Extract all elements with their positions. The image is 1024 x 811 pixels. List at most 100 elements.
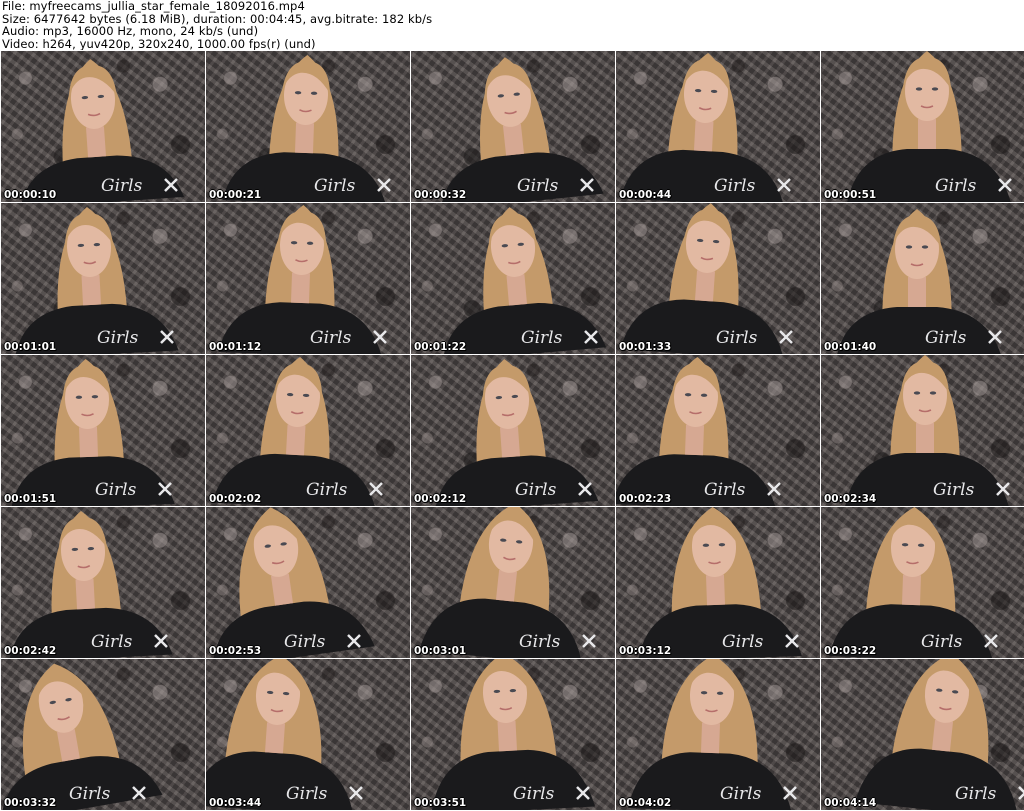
person-frame: Girls xyxy=(212,357,383,506)
thumbnail-timestamp: 00:00:21 xyxy=(209,189,262,201)
shirt-print-text: Girls xyxy=(101,176,143,196)
video-thumbnail: Girls 00:02:34 xyxy=(821,354,1024,506)
eye-shape xyxy=(921,245,929,249)
shirt-x-mark xyxy=(783,786,797,800)
neck-shape xyxy=(294,122,315,154)
person-frame: Girls xyxy=(442,207,607,354)
file-info-header: File: myfreecams_jullia_star_female_1809… xyxy=(2,0,1022,50)
thumbnail-timestamp: 00:03:22 xyxy=(824,645,877,657)
person-frame: Girls xyxy=(1,663,163,810)
shirt-print-text: Girls xyxy=(722,632,764,652)
person-frame: Girls xyxy=(206,659,363,810)
thumbnail-timestamp: 00:03:51 xyxy=(414,797,467,809)
shirt-print-text: Girls xyxy=(95,480,137,500)
eye-shape xyxy=(915,87,923,91)
person-frame: Girls xyxy=(620,53,791,202)
person-frame: Girls xyxy=(845,355,1010,506)
neck-shape xyxy=(700,722,721,754)
shirt-print-text: Girls xyxy=(284,632,326,652)
shirt-x-mark xyxy=(377,178,391,192)
neck-shape xyxy=(506,274,528,306)
neck-shape xyxy=(285,424,306,456)
thumbnail-timestamp: 00:04:02 xyxy=(619,797,672,809)
shirt-print-text: Girls xyxy=(517,176,559,196)
thumbnail-timestamp: 00:01:33 xyxy=(619,341,672,353)
thumbnail-timestamp: 00:04:14 xyxy=(824,797,877,809)
neck-shape xyxy=(290,272,311,304)
thumbnail-timestamp: 00:00:32 xyxy=(414,189,467,201)
video-thumbnail: Girls 00:02:53 xyxy=(206,506,410,658)
video-thumbnail: Girls 00:03:51 xyxy=(411,658,615,810)
thumbnail-timestamp: 00:02:34 xyxy=(824,493,877,505)
shirt-print-text: Girls xyxy=(519,632,561,652)
eye-shape xyxy=(913,391,921,395)
shirt-print-text: Girls xyxy=(955,784,997,804)
neck-shape xyxy=(81,274,102,306)
neck-shape xyxy=(916,423,934,453)
shirt-print-text: Girls xyxy=(720,784,762,804)
person-frame: Girls xyxy=(628,659,797,810)
video-thumbnail: Girls 00:01:22 xyxy=(411,202,615,354)
thumbnail-timestamp: 00:03:32 xyxy=(4,797,57,809)
neck-shape xyxy=(705,574,726,606)
person-frame: Girls xyxy=(222,55,391,202)
thumbnail-timestamp: 00:02:53 xyxy=(209,645,262,657)
shirt-x-mark xyxy=(1018,786,1024,800)
shirt-print-text: Girls xyxy=(91,632,133,652)
shirt-print-text: Girls xyxy=(925,328,967,348)
thumbnail-timestamp: 00:03:01 xyxy=(414,645,467,657)
thumbnail-timestamp: 00:01:12 xyxy=(209,341,262,353)
thumbnail-timestamp: 00:03:12 xyxy=(619,645,672,657)
person-frame: Girls xyxy=(637,507,802,658)
eye-shape xyxy=(905,245,913,249)
person-frame: Girls xyxy=(616,357,781,506)
shirt-print-text: Girls xyxy=(97,328,139,348)
shirt-x-mark xyxy=(582,634,596,648)
shirt-print-text: Girls xyxy=(310,328,352,348)
shirt-print-text: Girls xyxy=(515,480,557,500)
shirt-x-mark xyxy=(369,482,383,496)
person-frame: Girls xyxy=(855,659,1024,810)
neck-shape xyxy=(694,270,716,302)
video-thumbnail: Girls 00:01:01 xyxy=(1,202,205,354)
thumbnail-timestamp: 00:00:51 xyxy=(824,189,877,201)
video-thumbnail: Girls 00:02:12 xyxy=(411,354,615,506)
neck-shape xyxy=(901,574,922,606)
shirt-print-text: Girls xyxy=(935,176,977,196)
thumbnail-timestamp: 00:02:42 xyxy=(4,645,57,657)
shirt-x-mark xyxy=(373,330,387,344)
shirt-x-mark xyxy=(349,786,363,800)
video-thumbnail: Girls 00:00:44 xyxy=(616,50,820,202)
person-frame: Girls xyxy=(419,507,596,658)
neck-shape xyxy=(85,126,107,158)
video-thumbnail: Girls 00:03:44 xyxy=(206,658,410,810)
shirt-x-mark xyxy=(779,330,793,344)
video-thumbnail: Girls 00:00:21 xyxy=(206,50,410,202)
eye-shape xyxy=(929,391,937,395)
thumbnail-timestamp: 00:00:44 xyxy=(619,189,672,201)
shirt-print-text: Girls xyxy=(704,480,746,500)
neck-shape xyxy=(78,426,99,458)
shirt-x-mark xyxy=(767,482,781,496)
thumbnail-timestamp: 00:03:44 xyxy=(209,797,262,809)
neck-shape xyxy=(75,578,96,610)
video-thumbnail: Girls 00:01:33 xyxy=(616,202,820,354)
shirt-x-mark xyxy=(777,178,791,192)
person-frame: Girls xyxy=(440,57,604,202)
video-thumbnail: Girls 00:02:02 xyxy=(206,354,410,506)
video-thumbnail: Girls 00:03:01 xyxy=(411,506,615,658)
shirt-shape xyxy=(855,748,1019,810)
neck-shape xyxy=(495,569,518,602)
video-thumbnail: Girls 00:03:22 xyxy=(821,506,1024,658)
neck-shape xyxy=(264,722,286,754)
shirt-print-text: Girls xyxy=(314,176,356,196)
video-thumbnail: Girls 00:01:51 xyxy=(1,354,205,506)
video-thumbnail: Girls 00:00:51 xyxy=(821,50,1024,202)
shirt-print-text: Girls xyxy=(933,480,975,500)
person-frame: Girls xyxy=(431,659,596,810)
thumbnail-timestamp: 00:02:02 xyxy=(209,493,262,505)
person-frame: Girls xyxy=(218,205,387,354)
thumbnail-timestamp: 00:01:01 xyxy=(4,341,57,353)
video-thumbnail: Girls 00:03:32 xyxy=(1,658,205,810)
thumbnail-timestamp: 00:01:51 xyxy=(4,493,57,505)
